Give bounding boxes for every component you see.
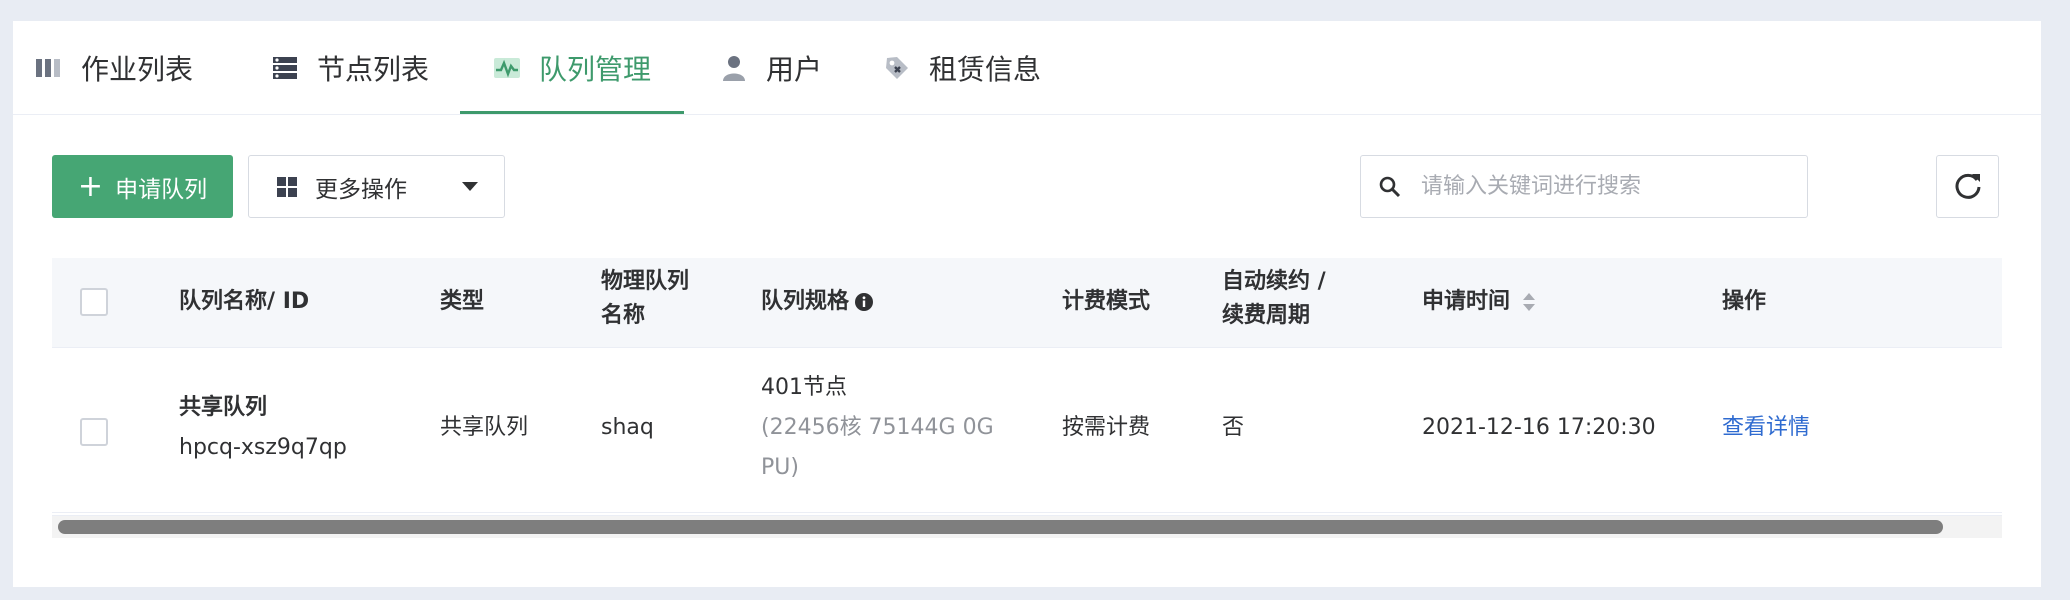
spec-nodes: 401节点 <box>761 375 847 400</box>
user-icon <box>720 54 748 82</box>
search-input[interactable] <box>1419 173 1783 200</box>
tab-job-list[interactable]: 作业列表 <box>35 21 193 114</box>
header-queue-spec: 队列规格 <box>761 285 874 319</box>
main-card: 作业列表 节点列表 队列管理 用户 租赁信息 + 申请队列 更多操作 请输入关键… <box>13 21 2041 587</box>
node-list-icon <box>271 54 299 82</box>
select-all-checkbox[interactable] <box>80 288 108 316</box>
caret-down-icon <box>462 182 478 191</box>
header-apply-time[interactable]: 申请时间 <box>1422 285 1536 319</box>
header-physical-line1: 物理队列 <box>601 269 690 294</box>
view-details-link[interactable]: 查看详情 <box>1722 408 1810 448</box>
tab-lease-info[interactable]: 租赁信息 <box>883 21 1041 114</box>
table-header: 队列名称/ ID 类型 物理队列 名称 队列规格 计费模式 自动续约 / 续费周… <box>52 258 2002 348</box>
header-renew-line1: 自动续约 / <box>1222 269 1326 294</box>
queue-name: 共享队列 <box>179 395 268 420</box>
tab-node-list[interactable]: 节点列表 <box>271 21 429 114</box>
sort-icon[interactable] <box>1522 292 1536 312</box>
billing-mode: 按需计费 <box>1062 415 1151 440</box>
queue-name-cell: 共享队列 hpcq-xsz9q7qp <box>179 388 347 468</box>
tab-label: 节点列表 <box>317 52 430 86</box>
spec-detail-line2: PU) <box>761 455 799 480</box>
header-auto-renew: 自动续约 / 续费周期 <box>1222 265 1326 333</box>
tab-label: 作业列表 <box>81 52 194 86</box>
refresh-button[interactable] <box>1936 155 1999 218</box>
header-spec-label: 队列规格 <box>761 289 850 314</box>
queue-management-icon <box>493 54 521 82</box>
tab-bar: 作业列表 节点列表 队列管理 用户 租赁信息 <box>13 21 2041 115</box>
job-list-icon <box>35 54 63 82</box>
physical-queue: shaq <box>601 415 654 440</box>
more-actions-dropdown[interactable]: 更多操作 <box>248 155 505 218</box>
tab-queue-management[interactable]: 队列管理 <box>493 21 651 114</box>
apply-queue-button[interactable]: + 申请队列 <box>52 155 233 218</box>
grid-icon <box>277 176 297 197</box>
tab-label: 租赁信息 <box>929 52 1042 86</box>
header-apply-time-label: 申请时间 <box>1422 289 1511 314</box>
more-actions-label: 更多操作 <box>315 176 407 203</box>
apply-time: 2021-12-16 17:20:30 <box>1422 415 1656 440</box>
queue-spec-cell: 401节点 (22456核 75144G 0G PU) <box>761 368 994 488</box>
apply-queue-label: 申请队列 <box>115 176 208 203</box>
search-icon <box>1379 176 1401 198</box>
header-actions: 操作 <box>1722 289 1767 314</box>
tab-label: 队列管理 <box>539 52 652 86</box>
scrollbar-thumb[interactable] <box>58 520 1943 534</box>
table-row: 共享队列 hpcq-xsz9q7qp 共享队列 shaq 401节点 (2245… <box>52 348 2002 513</box>
queue-id: hpcq-xsz9q7qp <box>179 435 347 460</box>
auto-renew: 否 <box>1222 415 1245 440</box>
tab-label: 用户 <box>766 52 823 86</box>
lease-tag-icon <box>883 54 911 82</box>
info-icon[interactable] <box>855 293 874 311</box>
header-queue-name: 队列名称/ ID <box>179 289 310 314</box>
horizontal-scrollbar[interactable] <box>52 515 2002 538</box>
tab-user[interactable]: 用户 <box>720 21 822 114</box>
header-physical-line2: 名称 <box>601 303 646 328</box>
plus-icon: + <box>77 168 104 204</box>
active-tab-indicator <box>460 111 684 114</box>
header-renew-line2: 续费周期 <box>1222 303 1311 328</box>
row-checkbox[interactable] <box>80 418 108 446</box>
header-type: 类型 <box>440 289 485 314</box>
search-box <box>1360 155 1808 218</box>
spec-detail-line1: (22456核 75144G 0G <box>761 415 994 440</box>
queue-type: 共享队列 <box>440 415 529 440</box>
header-physical-queue: 物理队列 名称 <box>601 265 689 333</box>
header-billing: 计费模式 <box>1062 289 1151 314</box>
refresh-icon <box>1953 170 1983 204</box>
